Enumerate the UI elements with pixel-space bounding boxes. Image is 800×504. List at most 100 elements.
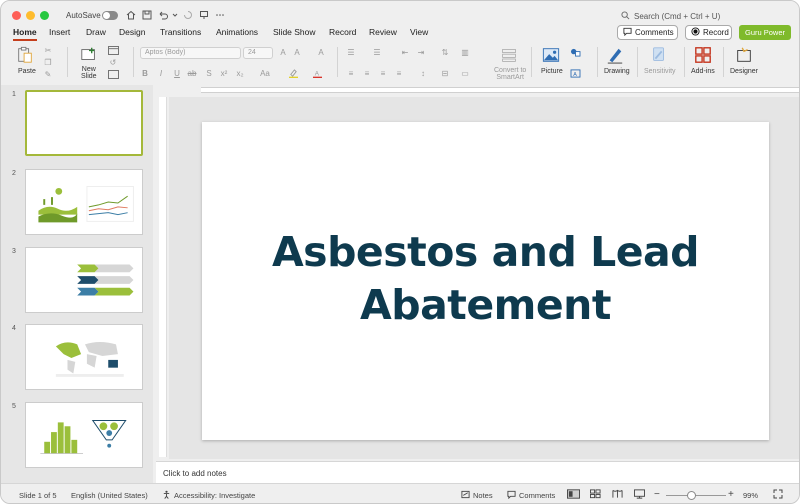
picture-icon[interactable]	[541, 45, 561, 65]
clear-formatting-icon[interactable]: A	[316, 47, 326, 57]
convert-smartart-icon[interactable]	[499, 45, 519, 65]
redo-icon[interactable]	[182, 9, 194, 21]
font-size-field[interactable]: 24	[243, 47, 273, 59]
tab-draw[interactable]: Draw	[86, 27, 106, 37]
thumbnail-number: 2	[12, 170, 16, 177]
tab-design[interactable]: Design	[119, 27, 145, 37]
language-indicator[interactable]: English (United States)	[71, 491, 148, 500]
picture-label: Picture	[541, 68, 563, 75]
paste-icon[interactable]	[15, 45, 35, 65]
highlight-icon[interactable]	[287, 68, 299, 78]
slide-thumbnail-2[interactable]	[25, 169, 143, 235]
sensitivity-icon[interactable]	[649, 45, 669, 65]
tab-home[interactable]: Home	[13, 27, 37, 41]
comments-toggle-button[interactable]: Comments	[507, 490, 555, 501]
align-right-icon[interactable]: ≡	[377, 68, 389, 78]
zoom-out-icon[interactable]: −	[654, 489, 660, 500]
align-left-icon[interactable]: ≡	[345, 68, 357, 78]
slide-thumbnail-1[interactable]	[25, 90, 143, 156]
shapes-icon[interactable]	[569, 47, 581, 57]
align-center-icon[interactable]: ≡	[361, 68, 373, 78]
italic-icon[interactable]: I	[156, 68, 166, 78]
tab-record[interactable]: Record	[329, 27, 356, 37]
strikethrough-icon[interactable]: ab	[187, 68, 197, 78]
current-slide[interactable]: Asbestos and Lead Abatement	[202, 122, 769, 440]
cut-icon[interactable]: ✂	[43, 45, 53, 55]
save-icon[interactable]	[141, 9, 153, 21]
drawing-icon[interactable]	[605, 45, 625, 65]
fit-to-window-icon[interactable]	[773, 489, 783, 501]
tab-view[interactable]: View	[410, 27, 428, 37]
reset-slide-icon[interactable]: ↺	[107, 57, 119, 67]
more-options-icon[interactable]	[214, 9, 226, 21]
new-slide-icon[interactable]	[79, 45, 99, 65]
undo-icon[interactable]	[157, 9, 169, 21]
slide-sorter-icon[interactable]	[590, 489, 601, 501]
autosave-toggle[interactable]	[102, 11, 118, 20]
shrink-font-icon[interactable]: A	[292, 47, 302, 57]
reading-view-icon[interactable]	[612, 489, 623, 501]
superscript-icon[interactable]: x²	[219, 68, 229, 78]
align-text-icon[interactable]: ⊟	[439, 68, 451, 78]
copy-icon[interactable]: ❐	[43, 57, 53, 67]
zoom-level[interactable]: 99%	[743, 491, 758, 500]
tab-transitions[interactable]: Transitions	[160, 27, 201, 37]
bold-icon[interactable]: B	[140, 68, 150, 78]
status-bar: Slide 1 of 5 English (United States) Acc…	[1, 483, 799, 503]
section-icon[interactable]	[107, 69, 119, 79]
normal-view-icon[interactable]	[567, 489, 580, 501]
zoom-slider-track[interactable]	[666, 495, 726, 496]
increase-indent-icon[interactable]: ⇥	[415, 47, 427, 57]
bullets-icon[interactable]: ☰	[345, 47, 357, 57]
zoom-slider-thumb[interactable]	[687, 491, 696, 500]
font-name-field[interactable]: Aptos (Body)	[140, 47, 241, 59]
subscript-icon[interactable]: x₂	[235, 68, 245, 78]
tab-animations[interactable]: Animations	[216, 27, 258, 37]
slideshow-view-icon[interactable]	[634, 489, 645, 501]
undo-dropdown-chevron-icon[interactable]	[169, 9, 181, 21]
slide-title[interactable]: Asbestos and Lead Abatement	[202, 226, 769, 332]
slide-thumbnail-4[interactable]	[25, 324, 143, 390]
tab-insert[interactable]: Insert	[49, 27, 70, 37]
slide-thumbnail-5[interactable]	[25, 402, 143, 468]
record-button[interactable]: Record	[685, 25, 732, 40]
zoom-in-icon[interactable]: +	[728, 489, 734, 500]
tab-slide-show[interactable]: Slide Show	[273, 27, 316, 37]
designer-icon[interactable]	[734, 45, 754, 65]
horizontal-ruler	[161, 85, 799, 95]
justify-icon[interactable]: ≡	[393, 68, 405, 78]
underline-icon[interactable]: U	[172, 68, 182, 78]
paste-label: Paste	[18, 68, 36, 75]
line-spacing-icon[interactable]: ↕	[417, 68, 429, 78]
slide-thumbnail-3[interactable]	[25, 247, 143, 313]
text-direction-icon[interactable]: ⇅	[439, 47, 451, 57]
minimize-window-button[interactable]	[26, 11, 35, 20]
columns-icon[interactable]: ▥	[459, 47, 471, 57]
sensitivity-label: Sensitivity	[644, 68, 676, 75]
zoom-window-button[interactable]	[40, 11, 49, 20]
grow-font-icon[interactable]: A	[278, 47, 288, 57]
guru-power-button[interactable]: Guru Power	[739, 25, 791, 40]
comments-button[interactable]: Comments	[617, 25, 678, 40]
home-icon[interactable]	[125, 9, 137, 21]
format-painter-icon[interactable]: ✎	[43, 69, 53, 79]
notes-toggle-button[interactable]: Notes	[461, 490, 493, 501]
layout-icon[interactable]	[107, 45, 119, 55]
accessibility-checker[interactable]: Accessibility: Investigate	[162, 490, 255, 501]
tab-review[interactable]: Review	[369, 27, 397, 37]
addins-icon[interactable]	[693, 45, 713, 65]
text-box-icon[interactable]: ▭	[459, 68, 471, 78]
close-window-button[interactable]	[12, 11, 21, 20]
font-color-icon[interactable]: A	[311, 68, 323, 78]
text-box-insert-icon[interactable]: A	[569, 68, 581, 78]
vertical-ruler	[159, 97, 167, 457]
format-painter-quick-icon[interactable]	[198, 9, 210, 21]
notes-pane[interactable]: Click to add notes	[156, 461, 799, 483]
drawing-label: Drawing	[604, 68, 630, 75]
numbering-icon[interactable]: ☰	[371, 47, 383, 57]
change-case-icon[interactable]: Aa	[258, 68, 272, 78]
decrease-indent-icon[interactable]: ⇤	[399, 47, 411, 57]
shadow-icon[interactable]: S	[204, 68, 214, 78]
record-icon	[691, 27, 700, 38]
search-box[interactable]: Search (Cmd + Ctrl + U)	[621, 9, 791, 23]
